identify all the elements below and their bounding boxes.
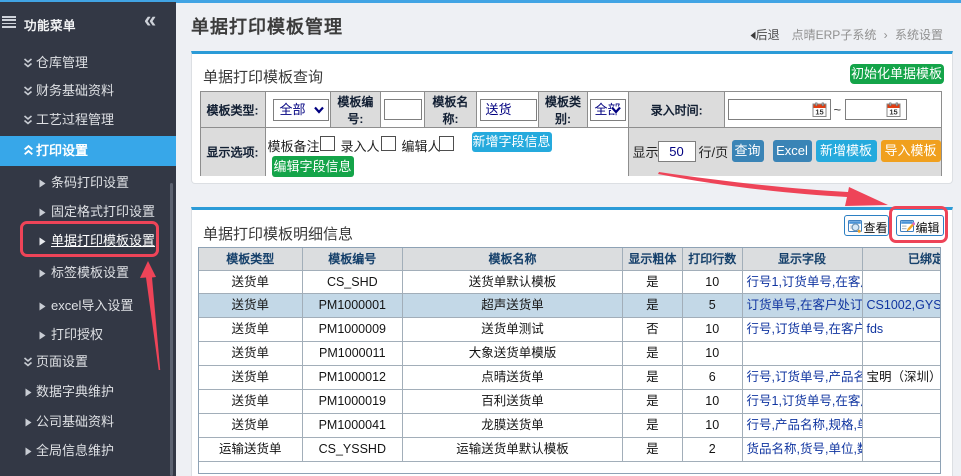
svg-text:15: 15 bbox=[889, 107, 897, 116]
svg-text:15: 15 bbox=[815, 107, 823, 116]
